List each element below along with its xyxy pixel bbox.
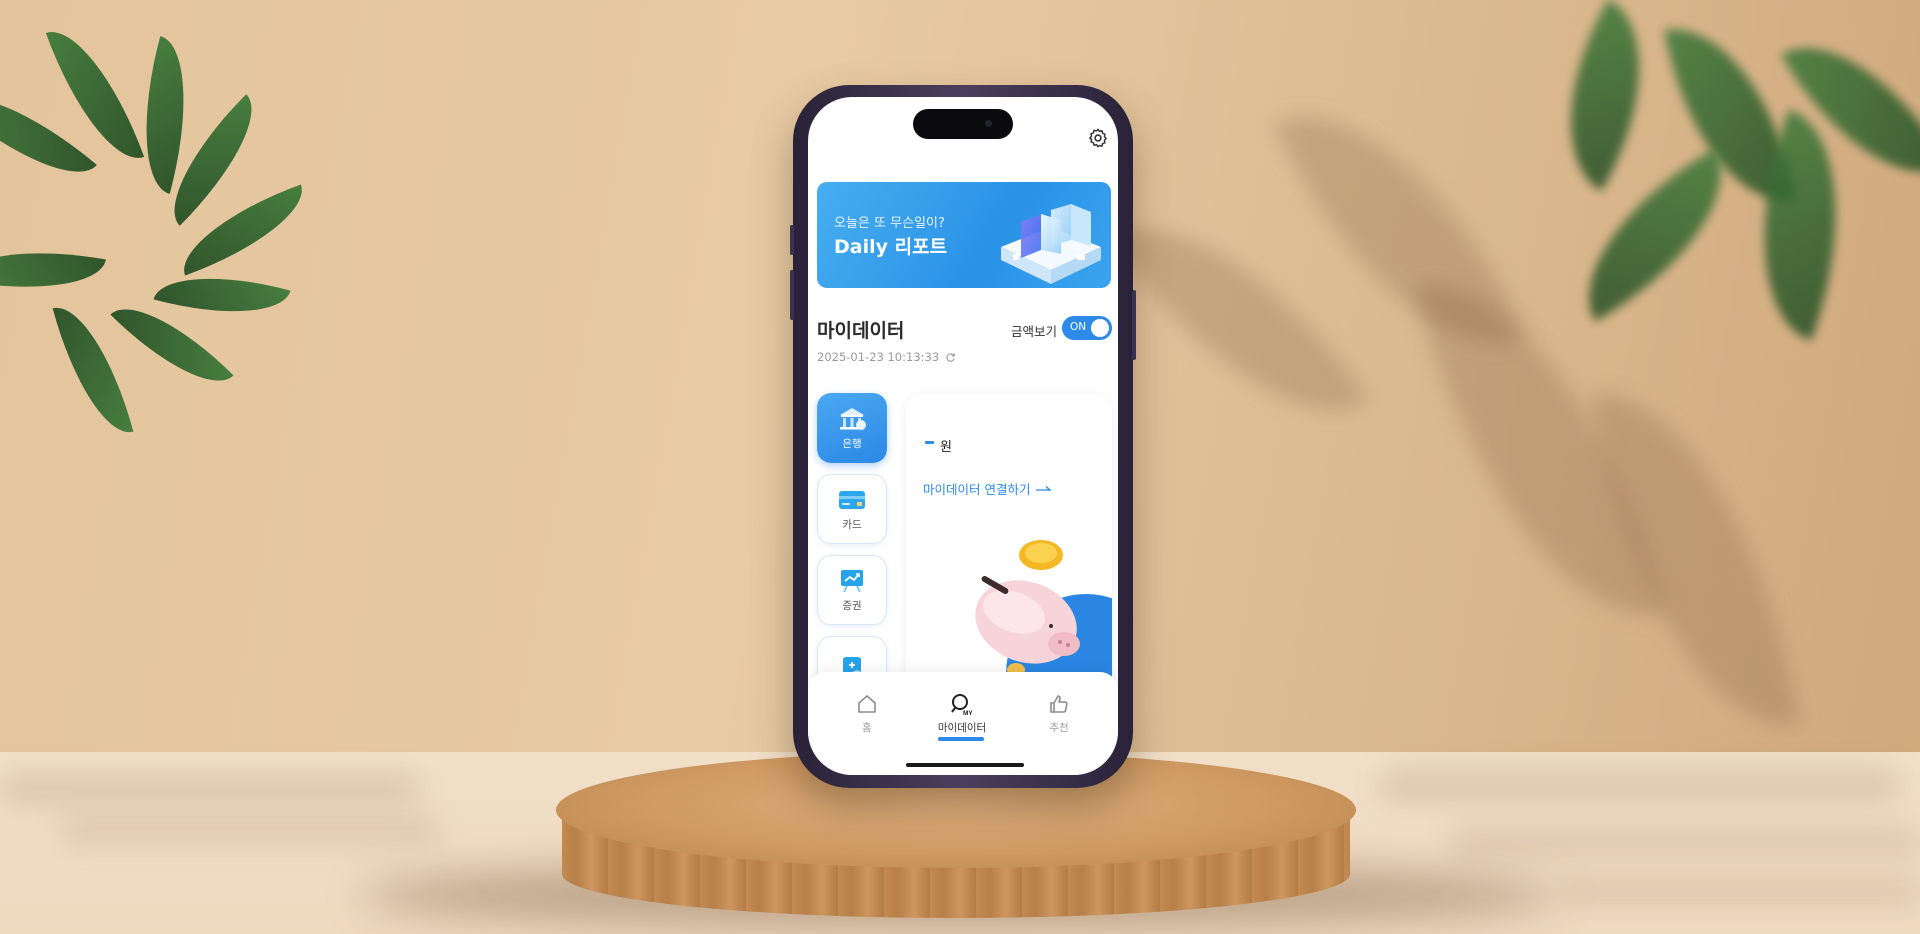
category-bank[interactable]: 은행 xyxy=(817,393,887,463)
daily-report-banner[interactable]: 오늘은 또 무슨일이? Daily 리포트 xyxy=(817,182,1111,288)
tab-label: 마이데이터 xyxy=(937,722,987,734)
category-label: 은행 xyxy=(842,437,862,450)
background-scene: 오늘은 또 무슨일이? Daily 리포트 마이데이터 금액보기 ON 2025… xyxy=(0,0,1920,934)
phone-side-button xyxy=(790,270,794,320)
floor-shadow xyxy=(0,775,420,803)
mydata-title: 마이데이터 xyxy=(817,320,905,342)
active-tab-indicator xyxy=(938,737,984,741)
tab-label: 추천 xyxy=(1049,722,1069,734)
toggle-knob xyxy=(1091,319,1109,337)
tab-recommend[interactable]: 추천 xyxy=(1024,692,1094,735)
tab-mydata[interactable]: MY 마이데이터 xyxy=(927,692,997,735)
amount-view-label: 금액보기 xyxy=(1011,324,1058,339)
report-illustration xyxy=(1001,204,1101,284)
my-badge-text: MY xyxy=(963,710,973,716)
phone-screen: 오늘은 또 무슨일이? Daily 리포트 마이데이터 금액보기 ON 2025… xyxy=(808,97,1118,775)
account-summary-card: 원 마이데이터 연결하기 xyxy=(906,394,1112,694)
plant-leaves-right xyxy=(1500,0,1920,420)
floor-shadow xyxy=(1380,770,1900,800)
category-label: 카드 xyxy=(842,518,862,531)
chart-board-icon xyxy=(841,569,863,592)
connect-mydata-link[interactable]: 마이데이터 연결하기 xyxy=(923,479,1053,498)
my-search-icon: MY xyxy=(951,694,973,716)
last-updated: 2025-01-23 10:13:33 xyxy=(817,350,956,364)
toggle-state-text: ON xyxy=(1070,321,1087,333)
thumbs-up-icon xyxy=(1050,695,1068,713)
floor-shadow xyxy=(1560,880,1920,902)
palm-leaves-left xyxy=(0,0,340,480)
banner-subtitle: 오늘은 또 무슨일이? xyxy=(834,216,945,231)
banner-title: Daily 리포트 xyxy=(834,236,948,258)
piggy-bank-illustration xyxy=(975,540,1112,694)
last-updated-time: 2025-01-23 10:13:33 xyxy=(817,350,940,364)
home-icon xyxy=(858,695,876,713)
phone-side-button xyxy=(1132,290,1136,360)
total-amount: 원 xyxy=(925,436,952,455)
arrow-right-icon xyxy=(1036,485,1053,491)
dynamic-island xyxy=(913,109,1013,139)
floor-shadow xyxy=(1450,830,1920,854)
tab-home[interactable]: 홈 xyxy=(832,692,902,735)
home-indicator[interactable] xyxy=(906,763,1024,767)
floor-shadow xyxy=(60,820,440,842)
category-securities[interactable]: 증권 xyxy=(817,555,887,625)
category-label: 증권 xyxy=(842,599,862,612)
refresh-icon[interactable] xyxy=(945,352,956,363)
currency-unit: 원 xyxy=(940,440,952,455)
bottom-tab-bar: 홈 MY 마이데이터 추천 xyxy=(808,672,1118,775)
card-icon xyxy=(839,490,865,509)
tab-label: 홈 xyxy=(862,722,872,734)
settings-button[interactable] xyxy=(1086,126,1110,150)
bank-icon xyxy=(840,407,866,430)
connect-mydata-label: 마이데이터 연결하기 xyxy=(923,482,1031,497)
empty-amount-dash xyxy=(925,441,934,444)
category-card[interactable]: 카드 xyxy=(817,474,887,544)
gear-icon xyxy=(1089,128,1107,148)
phone-side-button xyxy=(790,225,794,255)
amount-view-toggle[interactable]: ON xyxy=(1062,316,1112,340)
